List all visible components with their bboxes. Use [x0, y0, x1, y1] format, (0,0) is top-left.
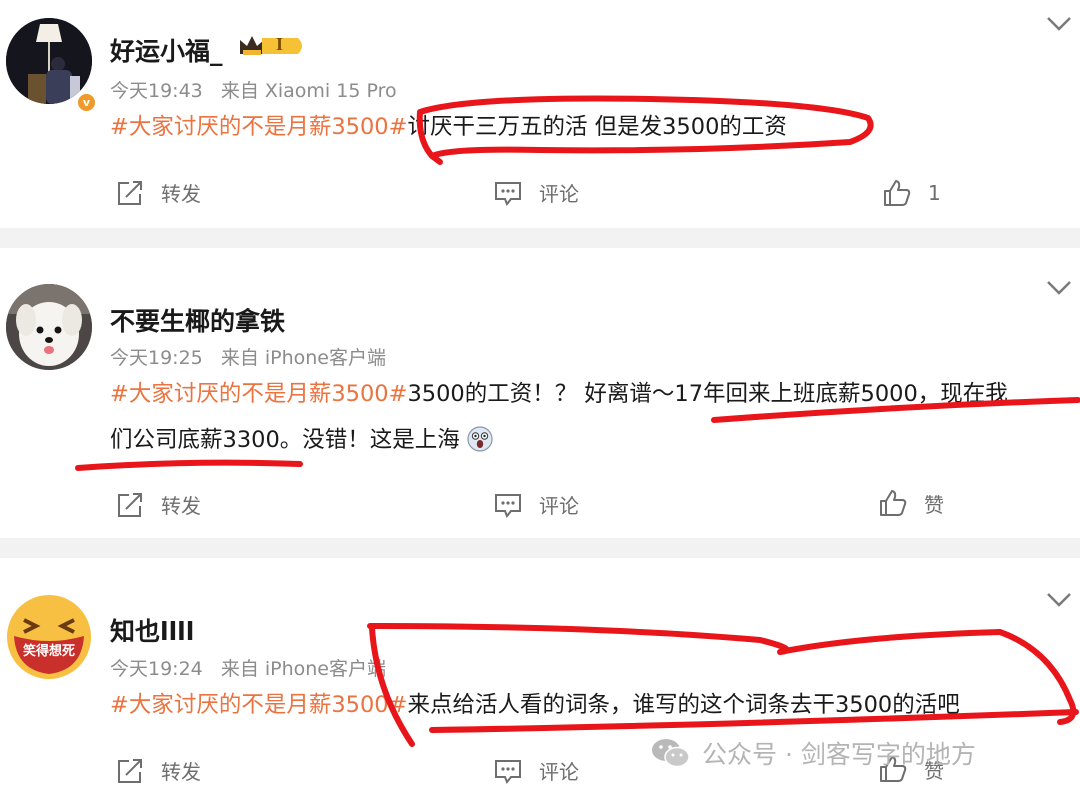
- like-icon: [884, 180, 911, 206]
- post-meta: 今天19:43 来自 Xiaomi 15 Pro: [110, 76, 409, 103]
- avatar-image: [6, 18, 92, 104]
- level-badge-text: I: [276, 34, 284, 54]
- post-time: 今天19:43: [110, 80, 203, 102]
- chevron-down-icon[interactable]: [1046, 592, 1072, 608]
- post-meta: 今天19:24 来自 iPhone客户端: [110, 654, 398, 681]
- watermark-text: 公众号 · 剑客写字的地方: [702, 740, 976, 769]
- comment-label: 评论: [539, 760, 579, 784]
- comment-icon: [495, 759, 521, 784]
- comment-label: 评论: [539, 494, 579, 518]
- like-count: 1: [928, 181, 941, 205]
- watermark: 公众号 · 剑客写字的地方: [650, 735, 976, 771]
- avatar-text: 笑得想死: [22, 644, 75, 659]
- repost-icon: [118, 180, 142, 205]
- post-source: 来自 iPhone客户端: [220, 658, 386, 680]
- comment-button[interactable]: 评论: [493, 490, 579, 519]
- member-level-badge[interactable]: I: [238, 32, 308, 60]
- shocked-emoji-icon: [467, 426, 493, 452]
- like-button[interactable]: 1: [882, 178, 941, 208]
- username[interactable]: 好运小福_: [110, 32, 223, 68]
- hashtag-link[interactable]: #大家讨厌的不是月薪3500#: [110, 114, 407, 140]
- like-label: 赞: [924, 492, 944, 517]
- repost-button[interactable]: 转发: [115, 490, 201, 519]
- repost-icon: [118, 758, 142, 783]
- wechat-icon: [652, 739, 690, 768]
- username[interactable]: 知也llll: [110, 612, 194, 648]
- post-text: 讨厌干三万五的活 但是发3500的工资: [407, 114, 787, 140]
- post-card: 不要生椰的拿铁 今天19:25 来自 iPhone客户端 #大家讨厌的不是月薪3…: [0, 248, 1080, 538]
- comment-button[interactable]: 评论: [493, 756, 579, 785]
- post-time: 今天19:24: [110, 658, 203, 680]
- crown-badge-icon: [240, 36, 302, 55]
- chevron-down-icon[interactable]: [1046, 16, 1072, 32]
- repost-label: 转发: [161, 494, 201, 518]
- post-separator: [0, 538, 1080, 558]
- post-content: #大家讨厌的不是月薪3500#讨厌干三万五的活 但是发3500的工资: [110, 104, 1070, 150]
- hashtag-link[interactable]: #大家讨厌的不是月薪3500#: [110, 692, 407, 718]
- avatar-image: [6, 284, 92, 370]
- post-source: 来自 iPhone客户端: [220, 347, 386, 369]
- post-text: 来点给活人看的词条，谁写的这个词条去干3500的活吧: [407, 692, 960, 718]
- comment-icon: [495, 181, 521, 206]
- avatar[interactable]: [6, 284, 92, 370]
- avatar[interactable]: [6, 18, 92, 104]
- post-content: #大家讨厌的不是月薪3500#3500的工资！？ 好离谱～17年回来上班底薪50…: [110, 371, 1070, 463]
- username[interactable]: 不要生椰的拿铁: [110, 302, 285, 338]
- repost-button[interactable]: 转发: [115, 756, 201, 785]
- avatar[interactable]: 笑得想死: [6, 594, 92, 680]
- repost-label: 转发: [161, 760, 201, 784]
- post-content: #大家讨厌的不是月薪3500#来点给活人看的词条，谁写的这个词条去干3500的活…: [110, 682, 1070, 728]
- verified-badge-icon: v: [76, 92, 97, 113]
- chevron-down-icon[interactable]: [1046, 280, 1072, 296]
- post-meta: 今天19:25 来自 iPhone客户端: [110, 343, 398, 370]
- post-card: v 好运小福_ I 今天19:43 来自 Xiaomi 15 Pro #大家讨厌…: [0, 0, 1080, 228]
- post-text: 们公司底薪3300。没错！这是上海: [110, 427, 460, 453]
- post-source: 来自 Xiaomi 15 Pro: [220, 80, 397, 102]
- comment-label: 评论: [539, 182, 579, 206]
- like-button[interactable]: 赞: [878, 488, 944, 518]
- hashtag-link[interactable]: #大家讨厌的不是月薪3500#: [110, 381, 407, 407]
- post-text: 3500的工资！？ 好离谱～17年回来上班底薪5000，现在我: [407, 381, 1008, 407]
- comment-icon: [495, 493, 521, 518]
- post-time: 今天19:25: [110, 347, 203, 369]
- repost-button[interactable]: 转发: [115, 178, 201, 207]
- repost-label: 转发: [161, 182, 201, 206]
- comment-button[interactable]: 评论: [493, 178, 579, 207]
- like-icon: [880, 490, 907, 516]
- repost-icon: [118, 492, 142, 517]
- post-separator: [0, 228, 1080, 248]
- laughing-face-icon: [7, 595, 91, 679]
